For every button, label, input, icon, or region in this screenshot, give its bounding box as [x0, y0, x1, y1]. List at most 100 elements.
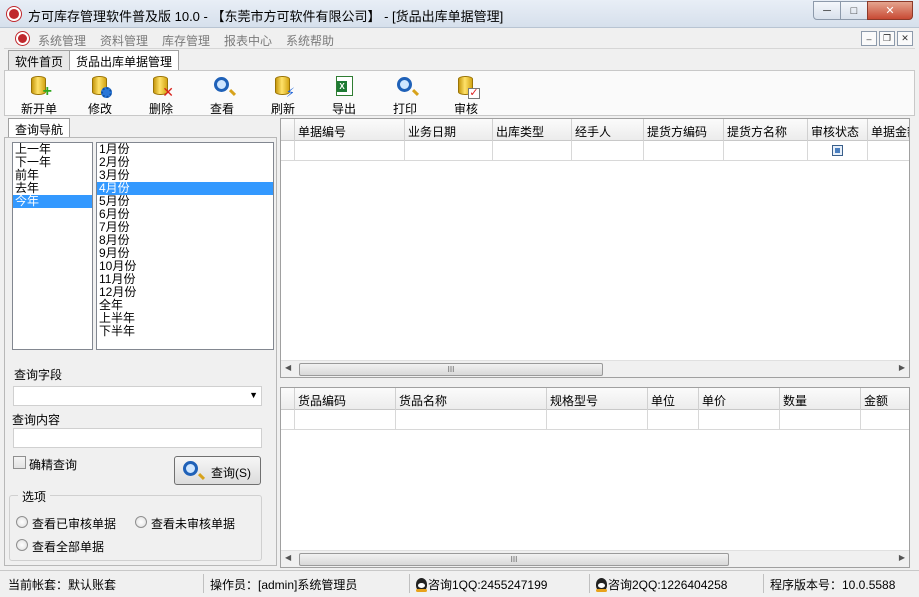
status-operator: 操作员：[admin]系统管理员 — [210, 574, 410, 593]
radio-unaudited-label: 查看未审核单据 — [151, 517, 236, 531]
main-grid-hscroll[interactable]: ◀ III ▶ — [281, 360, 909, 377]
print-button[interactable]: 打印 — [380, 74, 430, 116]
radio-all-label: 查看全部单据 — [32, 540, 105, 554]
exact-query-checkbox[interactable] — [13, 456, 26, 469]
query-nav-panel: 上一年 下一年 前年 去年 今年 1月份 2月份 3月份 4月份 5月份 6月份… — [4, 137, 277, 566]
column-header[interactable]: 经手人 — [572, 119, 644, 141]
column-header[interactable]: 货品名称 — [396, 388, 547, 410]
column-header[interactable]: 单位 — [648, 388, 699, 410]
column-header[interactable]: 提货方编码 — [644, 119, 724, 141]
scroll-right-icon[interactable]: ▶ — [899, 553, 905, 562]
minimize-button[interactable]: ─ — [813, 1, 841, 20]
status-account: 当前帐套：默认账套 — [8, 574, 204, 593]
year-list[interactable]: 上一年 下一年 前年 去年 今年 — [12, 142, 93, 350]
month-list[interactable]: 1月份 2月份 3月份 4月份 5月份 6月份 7月份 8月份 9月份 10月份… — [96, 142, 274, 350]
export-label: 导出 — [331, 102, 356, 116]
toolbar: + 新开单 修改 ✕ 删除 查看 ⚡ 刷新 导出 打印 ✓ 审核 — [4, 70, 915, 116]
menu-help[interactable]: 系统帮助 — [286, 32, 334, 49]
new-order-label: 新开单 — [20, 102, 57, 116]
audit-label: 审核 — [453, 102, 478, 116]
query-button[interactable]: 查询(S) — [174, 456, 261, 485]
status-qq2-text: 咨询2QQ:1226404258 — [608, 578, 728, 592]
app-logo-icon — [7, 7, 21, 21]
scroll-thumb[interactable]: III — [299, 363, 603, 376]
radio-all[interactable] — [16, 539, 28, 551]
audit-status-checkbox[interactable] — [832, 145, 843, 156]
column-header[interactable]: 数量 — [780, 388, 861, 410]
magnifier-icon — [183, 461, 201, 481]
column-header[interactable]: 提货方名称 — [724, 119, 808, 141]
table-row[interactable] — [281, 410, 909, 430]
scroll-left-icon[interactable]: ◀ — [285, 553, 291, 562]
view-button[interactable]: 查看 — [197, 74, 247, 116]
list-item[interactable]: 12月份 — [97, 286, 273, 299]
radio-audited[interactable] — [16, 516, 28, 528]
database-delete-icon: ✕ — [150, 74, 174, 99]
document-tabs: 软件首页 货品出库单据管理 — [8, 50, 180, 71]
database-audit-icon: ✓ — [455, 74, 480, 99]
menu-inventory[interactable]: 库存管理 — [162, 32, 210, 49]
column-header[interactable]: 业务日期 — [405, 119, 493, 141]
options-label: 选项 — [18, 488, 51, 505]
dropdown-arrow-icon[interactable]: ▼ — [249, 390, 258, 400]
grid-header: 单据编号 业务日期 出库类型 经手人 提货方编码 提货方名称 审核状态 单据金额 — [281, 119, 909, 141]
mdi-restore-button[interactable]: ❐ — [879, 31, 895, 46]
print-label: 打印 — [392, 102, 417, 116]
edit-button[interactable]: 修改 — [75, 74, 125, 116]
magnifier-icon — [211, 74, 233, 98]
edit-label: 修改 — [87, 102, 112, 116]
column-header[interactable]: 单价 — [699, 388, 780, 410]
new-order-button[interactable]: + 新开单 — [14, 74, 64, 116]
tab-query-nav[interactable]: 查询导航 — [8, 118, 71, 138]
scroll-right-icon[interactable]: ▶ — [899, 363, 905, 372]
table-row[interactable] — [281, 141, 909, 161]
detail-item-grid[interactable]: 货品编码 货品名称 规格型号 单位 单价 数量 金额 ◀ III ▶ — [280, 387, 910, 568]
column-header[interactable]: 规格型号 — [547, 388, 648, 410]
title-bar: 方可库存管理软件普及版 10.0 - 【东莞市方可软件有限公司】 - [货品出库… — [0, 0, 919, 28]
refresh-button[interactable]: ⚡ 刷新 — [258, 74, 308, 116]
mdi-minimize-button[interactable]: – — [861, 31, 877, 46]
status-version: 程序版本号：10.0.5588 — [770, 578, 896, 592]
column-header[interactable]: 审核状态 — [808, 119, 868, 141]
query-field-select[interactable]: ▼ — [13, 386, 262, 406]
scroll-thumb[interactable]: III — [299, 553, 729, 566]
column-header[interactable]: 出库类型 — [493, 119, 572, 141]
row-indicator-header — [281, 119, 295, 141]
status-qq2[interactable]: 咨询2QQ:1226404258 — [596, 574, 764, 593]
query-content-label: 查询内容 — [12, 413, 61, 427]
grid-header: 货品编码 货品名称 规格型号 单位 单价 数量 金额 — [281, 388, 909, 410]
menu-system[interactable]: 系统管理 — [38, 32, 86, 49]
list-item[interactable]: 下半年 — [97, 325, 273, 338]
column-header[interactable]: 单据编号 — [295, 119, 405, 141]
tab-home[interactable]: 软件首页 — [8, 50, 71, 70]
menu-data[interactable]: 资料管理 — [100, 32, 148, 49]
status-qq1[interactable]: 咨询1QQ:2455247199 — [416, 574, 590, 593]
list-item-selected[interactable]: 今年 — [13, 195, 92, 208]
menu-reports[interactable]: 报表中心 — [224, 32, 272, 49]
column-header[interactable]: 金额 — [861, 388, 909, 410]
audit-button[interactable]: ✓ 审核 — [441, 74, 491, 116]
column-header[interactable]: 货品编码 — [295, 388, 396, 410]
window-controls: ─ □ ✕ — [813, 1, 913, 20]
menu-bar: 系统管理 资料管理 库存管理 报表中心 系统帮助 – ❐ ✕ — [4, 30, 915, 49]
outbound-doc-grid[interactable]: 单据编号 业务日期 出库类型 经手人 提货方编码 提货方名称 审核状态 单据金额… — [280, 118, 910, 378]
print-preview-icon — [394, 74, 416, 98]
delete-button[interactable]: ✕ 删除 — [136, 74, 186, 116]
mdi-controls: – ❐ ✕ — [859, 31, 913, 46]
window-title: 方可库存管理软件普及版 10.0 - 【东莞市方可软件有限公司】 - [货品出库… — [28, 9, 504, 24]
maximize-button[interactable]: □ — [840, 1, 868, 20]
close-button[interactable]: ✕ — [867, 1, 913, 20]
status-bar: 当前帐套：默认账套 操作员：[admin]系统管理员 咨询1QQ:2455247… — [0, 570, 919, 597]
radio-unaudited[interactable] — [135, 516, 147, 528]
query-content-input[interactable] — [13, 428, 262, 448]
qq-penguin-icon — [416, 578, 427, 592]
tab-outbound-docs[interactable]: 货品出库单据管理 — [69, 50, 180, 71]
query-field-label: 查询字段 — [14, 368, 63, 382]
scroll-left-icon[interactable]: ◀ — [285, 363, 291, 372]
mdi-close-button[interactable]: ✕ — [897, 31, 913, 46]
column-header[interactable]: 单据金额 — [868, 119, 909, 141]
delete-label: 删除 — [148, 102, 173, 116]
export-button[interactable]: 导出 — [319, 74, 369, 116]
detail-grid-hscroll[interactable]: ◀ III ▶ — [281, 550, 909, 567]
qq-penguin-icon — [596, 578, 607, 592]
